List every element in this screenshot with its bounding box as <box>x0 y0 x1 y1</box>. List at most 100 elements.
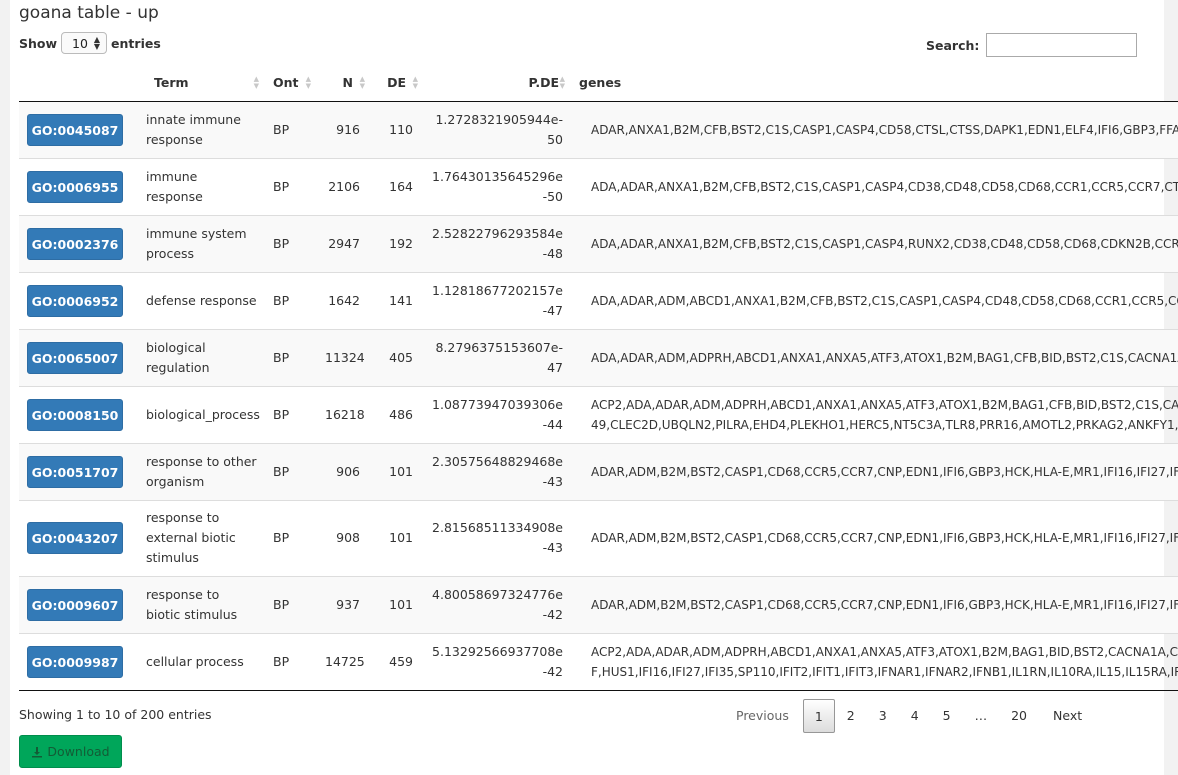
pde-text: 8.2796375153607e-47 <box>435 339 563 375</box>
de-cell: 110 <box>371 101 424 158</box>
go-cell: GO:0045087 <box>19 101 137 158</box>
column-header-de[interactable]: DE ▲ ▼ <box>371 65 424 102</box>
de-cell: 164 <box>371 157 424 215</box>
n-text: 906 <box>336 463 360 479</box>
pde-cell: 8.2796375153607e-47 <box>424 328 571 386</box>
genes-text: ADA,ADAR,ADM,ADPRH,ABCD1,ANXA1,ANXA5,ATF… <box>591 350 1178 365</box>
table-row: GO:0043207 response to external biotic st… <box>19 499 1178 576</box>
length-control: Show 10 ▲ ▼ entries <box>19 32 161 54</box>
table-row: GO:0006952 defense response BP 1642 141 1.128… <box>19 271 1178 329</box>
de-text: 141 <box>389 292 413 308</box>
term-text: response to external biotic stimulus <box>146 510 236 565</box>
go-term-button[interactable]: GO:0006952 <box>27 284 123 317</box>
ont-cell: BP <box>265 442 317 500</box>
page-button[interactable]: 4 <box>899 699 931 733</box>
pde-text: 4.80058697324776e-42 <box>432 586 563 622</box>
term-cell: innate immune response <box>137 101 265 158</box>
page-length-value: 10 <box>72 35 88 51</box>
page-button[interactable]: 5 <box>931 699 963 733</box>
search-input[interactable] <box>986 33 1138 57</box>
ont-cell: BP <box>265 385 317 443</box>
sort-icon: ▲ ▼ <box>305 75 311 90</box>
term-text: response to other organism <box>146 453 257 489</box>
n-cell: 16218 <box>317 385 371 443</box>
go-term-button[interactable]: GO:0045087 <box>27 113 123 146</box>
n-cell: 906 <box>317 442 371 500</box>
n-text: 2947 <box>328 235 360 251</box>
go-term-button[interactable]: GO:0065007 <box>27 341 123 374</box>
go-cell: GO:0008150 <box>19 385 137 443</box>
column-header-term[interactable]: Term ▲ ▼ <box>137 65 265 102</box>
header-row: Term ▲ ▼ Ont ▲ ▼ N ▲ ▼ DE ▲ ▼ P.DE ▲ ▼ genes <box>19 65 1178 102</box>
go-term-button[interactable]: GO:0002376 <box>27 227 123 260</box>
pde-cell: 2.30575648829468e-43 <box>424 442 571 500</box>
de-text: 101 <box>389 596 413 612</box>
pde-text: 2.52822796293584e-48 <box>432 225 563 261</box>
ont-text: BP <box>273 406 290 422</box>
term-cell: response to external biotic stimulus <box>137 499 265 576</box>
page-button[interactable]: 20 <box>999 699 1039 733</box>
sort-icon: ▲ ▼ <box>359 75 365 90</box>
page-button[interactable]: 2 <box>835 699 867 733</box>
n-text: 16218 <box>325 406 365 422</box>
goana-table: Term ▲ ▼ Ont ▲ ▼ N ▲ ▼ DE ▲ ▼ P.DE ▲ ▼ genes GO:00… <box>19 65 1178 691</box>
genes-cell: ACP2,ADA,ADAR,ADM,ADPRH,ABCD1,ANXA1,ANXA… <box>571 632 1178 691</box>
genes-text: ACP2,ADA,ADAR,ADM,ADPRH,ABCD1,ANXA1,ANXA… <box>591 644 1178 679</box>
pde-text: 5.13292566937708e-42 <box>432 643 563 679</box>
column-header-genes[interactable]: genes <box>571 65 1178 102</box>
page-button[interactable]: 1 <box>802 699 835 733</box>
page-button[interactable]: 3 <box>867 699 899 733</box>
go-term-button[interactable]: GO:0051707 <box>27 455 123 488</box>
genes-text: ADAR,ANXA1,B2M,CFB,BST2,C1S,CASP1,CASP4,… <box>591 122 1178 137</box>
ont-cell: BP <box>265 214 317 272</box>
go-cell: GO:0009987 <box>19 632 137 691</box>
column-header-ont[interactable]: Ont ▲ ▼ <box>265 65 317 102</box>
ont-text: BP <box>273 121 290 137</box>
ont-cell: BP <box>265 632 317 691</box>
pde-text: 1.08773947039306e-44 <box>432 396 563 432</box>
go-term-button[interactable]: GO:0008150 <box>27 398 123 431</box>
previous-button[interactable]: Previous <box>726 699 803 733</box>
go-term-button[interactable]: GO:0043207 <box>27 522 123 554</box>
term-text: biological_process <box>146 406 260 422</box>
go-term-button[interactable]: GO:0009607 <box>27 588 123 621</box>
ont-cell: BP <box>265 101 317 158</box>
show-label: Show <box>19 35 58 51</box>
pde-text: 2.30575648829468e-43 <box>432 453 563 489</box>
genes-text: ADA,ADAR,ANXA1,B2M,CFB,BST2,C1S,CASP1,CA… <box>591 236 1178 251</box>
de-text: 192 <box>389 235 413 251</box>
search-label: Search: <box>926 37 980 53</box>
go-term-button[interactable]: GO:0006955 <box>27 170 123 203</box>
ont-text: BP <box>273 178 290 194</box>
genes-cell: ADAR,ADM,B2M,BST2,CASP1,CD68,CCR5,CCR7,C… <box>571 575 1178 633</box>
term-cell: cellular process <box>137 632 265 691</box>
de-text: 405 <box>389 349 413 365</box>
n-cell: 2947 <box>317 214 371 272</box>
page-title: goana table - up <box>19 3 159 23</box>
entries-label: entries <box>111 35 161 51</box>
next-button[interactable]: Next <box>1039 699 1082 733</box>
column-header-pde[interactable]: P.DE ▲ ▼ <box>424 65 571 102</box>
ellipsis: … <box>974 708 988 723</box>
sort-icon: ▲ ▼ <box>559 75 565 90</box>
download-button[interactable]: Download <box>19 735 122 768</box>
genes-cell: ACP2,ADA,ADAR,ADM,ADPRH,ABCD1,ANXA1,ANXA… <box>571 385 1178 443</box>
sort-icon: ▲ ▼ <box>412 75 418 90</box>
pde-cell: 5.13292566937708e-42 <box>424 632 571 691</box>
pde-cell: 1.12818677202157e-47 <box>424 271 571 329</box>
table-row: GO:0065007 biological regulation BP 11324 40… <box>19 328 1178 386</box>
de-text: 101 <box>389 463 413 479</box>
go-cell: GO:0009607 <box>19 575 137 633</box>
table-row: GO:0009607 response to biotic stimulus BP 9… <box>19 575 1178 633</box>
page-length-select[interactable]: 10 ▲ ▼ <box>61 32 108 54</box>
pde-text: 1.2728321905944e-50 <box>435 111 563 147</box>
go-term-button[interactable]: GO:0009987 <box>27 645 123 678</box>
n-cell: 14725 <box>317 632 371 691</box>
ont-cell: BP <box>265 328 317 386</box>
n-text: 916 <box>336 121 360 137</box>
download-label: Download <box>47 744 110 759</box>
ont-text: BP <box>273 235 290 251</box>
genes-cell: ADAR,ANXA1,B2M,CFB,BST2,C1S,CASP1,CASP4,… <box>571 101 1178 158</box>
de-cell: 141 <box>371 271 424 329</box>
column-header-n[interactable]: N ▲ ▼ <box>317 65 371 102</box>
